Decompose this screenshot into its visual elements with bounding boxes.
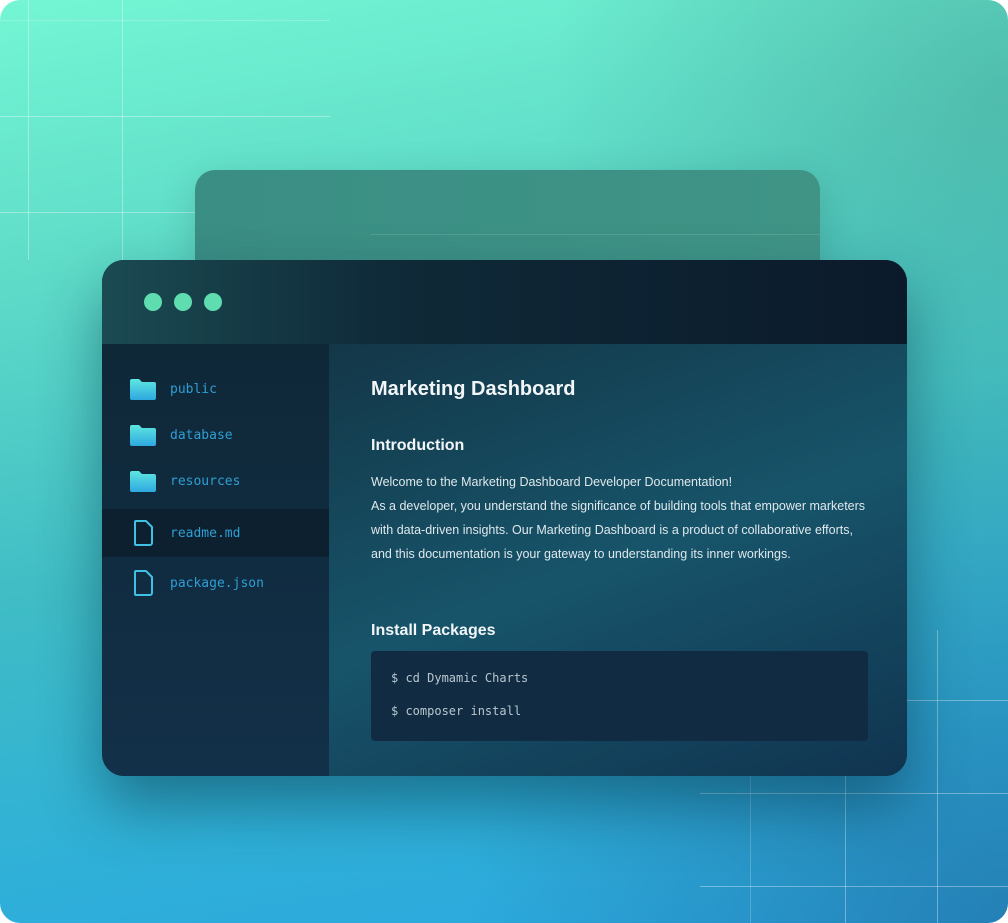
- editor-window: public database resources readme.md pack…: [102, 260, 907, 776]
- grid-line: [700, 793, 1008, 794]
- sidebar-item-public[interactable]: public: [102, 365, 329, 413]
- sidebar-item-database[interactable]: database: [102, 411, 329, 459]
- grid-line: [937, 630, 938, 923]
- file-icon: [134, 570, 153, 596]
- intro-paragraph: Welcome to the Marketing Dashboard Devel…: [371, 470, 871, 566]
- grid-line: [700, 886, 1008, 887]
- grid-line: [750, 776, 751, 923]
- section-heading-introduction: Introduction: [371, 437, 465, 454]
- sidebar-item-label: package.json: [170, 575, 264, 591]
- grid-line: [28, 0, 29, 260]
- background: public database resources readme.md pack…: [0, 0, 1008, 923]
- intro-body: As a developer, you understand the signi…: [371, 499, 866, 561]
- window-minimize-button[interactable]: [174, 293, 192, 311]
- title-bar: [102, 260, 907, 344]
- folder-icon: [130, 471, 156, 492]
- folder-icon: [130, 379, 156, 400]
- page-title: Marketing Dashboard: [371, 378, 576, 400]
- window-maximize-button[interactable]: [204, 293, 222, 311]
- file-icon: [134, 520, 153, 546]
- sidebar-item-label: public: [170, 381, 217, 397]
- grid-line: [0, 20, 330, 21]
- grid-line: [122, 0, 123, 260]
- folder-icon: [130, 425, 156, 446]
- file-sidebar: public database resources readme.md pack…: [102, 344, 329, 776]
- sidebar-item-label: database: [170, 427, 233, 443]
- code-line: $ composer install: [391, 704, 522, 718]
- section-heading-install: Install Packages: [371, 622, 496, 639]
- sidebar-item-resources[interactable]: resources: [102, 457, 329, 505]
- code-line: $ cd Dymamic Charts: [391, 671, 529, 685]
- sidebar-item-label: readme.md: [170, 525, 241, 541]
- sidebar-item-label: resources: [170, 473, 241, 489]
- sidebar-item-readme[interactable]: readme.md: [102, 509, 329, 557]
- code-block: $ cd Dymamic Charts $ composer install: [371, 651, 868, 741]
- intro-welcome-line: Welcome to the Marketing Dashboard Devel…: [371, 475, 733, 489]
- grid-line: [0, 116, 330, 117]
- document-content: Marketing Dashboard Introduction Welcome…: [329, 344, 907, 776]
- window-close-button[interactable]: [144, 293, 162, 311]
- sidebar-item-package-json[interactable]: package.json: [102, 559, 329, 607]
